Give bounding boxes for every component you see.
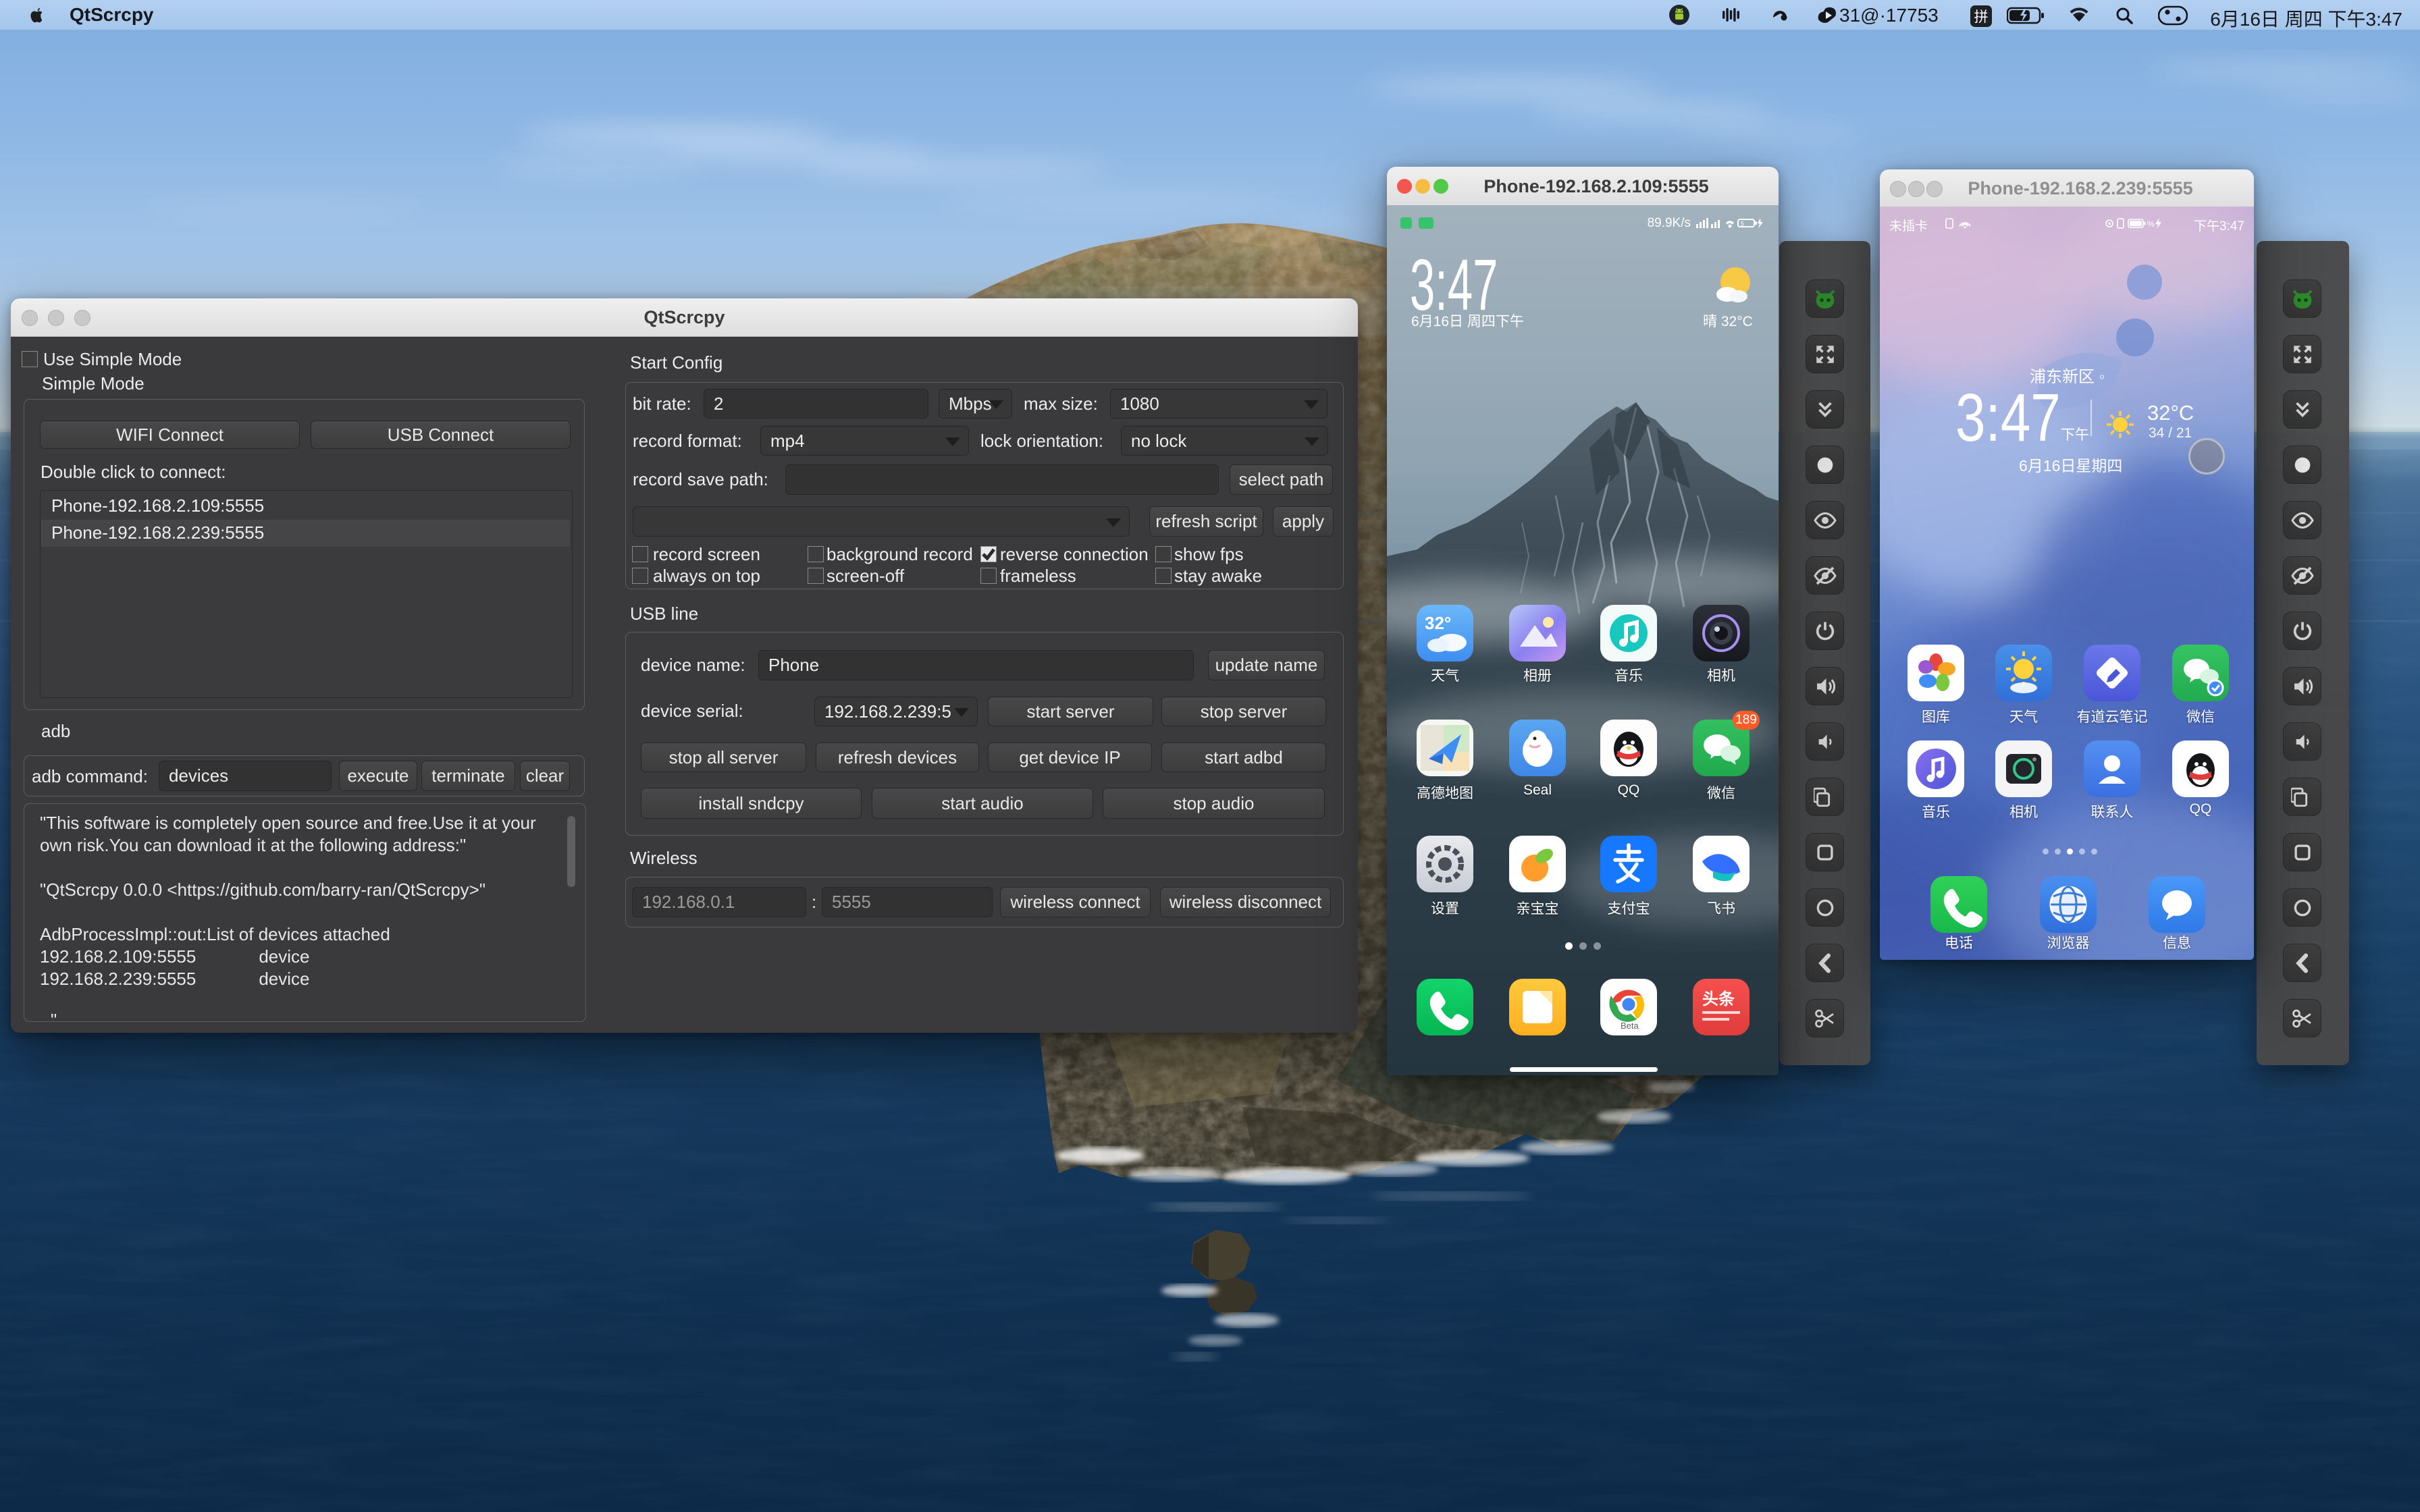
svg-text:头条: 头条: [1702, 990, 1735, 1008]
svg-text:5: 5: [1741, 221, 1744, 227]
svg-text:32°: 32°: [1425, 613, 1451, 633]
svg-text:%: %: [2147, 219, 2155, 229]
svg-text:Beta: Beta: [1621, 1021, 1639, 1031]
